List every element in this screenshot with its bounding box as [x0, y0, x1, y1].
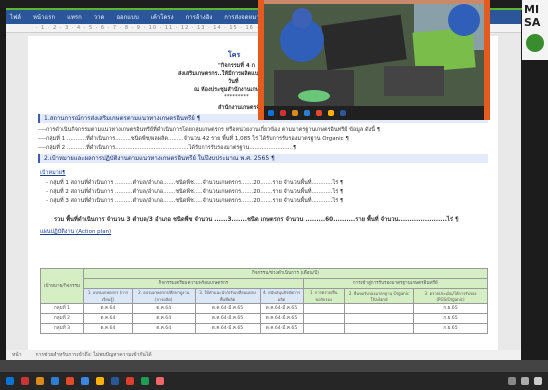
table-row: กลุ่มที่ 2 ต.ค.64 ต.ค.64 ต.ค.64-มี.ค.65 ต.ค.…: [40, 313, 488, 324]
table-row-label: กลุ่มที่ 2: [40, 313, 84, 324]
table-cell: ต.ค.64-มี.ค.65: [259, 303, 304, 314]
bottom-gray-bar: [0, 360, 548, 372]
table-row-label: กลุ่มที่ 3: [40, 323, 84, 334]
app-icon[interactable]: [340, 110, 346, 116]
ribbon-tab[interactable]: วาด: [94, 12, 105, 22]
word-taskbar-icon[interactable]: [111, 377, 119, 385]
tray-icon[interactable]: [521, 377, 529, 385]
summary-line: รวม พื้นที่ดำเนินการ จำนวน 3 ตำบล/3 อำเภ…: [54, 217, 459, 223]
status-accessibility: การช่วยสำหรับการเข้าถึง: ไม่พบปัญหาความเ…: [35, 352, 152, 358]
action-plan-table: เป้าหมาย/กิจกรรม กิจกรรม/ช่วงดำเนินการ (…: [40, 268, 489, 334]
table-cell: ก.ย.65: [413, 313, 488, 324]
logo-panel: MI SA: [522, 0, 548, 60]
table-cell: ต.ค.64-มี.ค.65: [259, 323, 304, 334]
table-cell: ต.ค.64: [131, 303, 196, 314]
app-icon[interactable]: [36, 377, 44, 385]
table-cell: ต.ค.64-มี.ค.65: [194, 303, 261, 314]
table-cell: ต.ค.64: [131, 313, 196, 324]
logo-text-line2: SA: [524, 16, 541, 29]
app-icon[interactable]: [66, 377, 74, 385]
table-cell: ต.ค.64: [83, 303, 133, 314]
app-icon[interactable]: [304, 110, 310, 116]
table-cell: [302, 303, 345, 314]
app-icon[interactable]: [141, 377, 149, 385]
video-feed[interactable]: [264, 0, 484, 106]
sec1-line1: ----การดำเนินกิจกรรมตามแนวทางเกษตรอินทรี…: [38, 127, 381, 133]
tray-icon[interactable]: [534, 377, 542, 385]
app-icon[interactable]: [316, 110, 322, 116]
group3-line: - กลุ่มที่ 3 สถานที่ดำเนินการ ..........…: [46, 198, 344, 204]
table-column-header: 2. ยื่นขอรับรองมาตรฐาน Organic Thailand: [343, 288, 415, 304]
ribbon-tab[interactable]: ไฟล์: [10, 12, 21, 22]
table-column-header: 4. สนับสนุนปัจจัยการผลิต: [259, 288, 304, 304]
overlay-taskbar: [264, 106, 484, 120]
target-label: เป้าหมาย¶: [40, 170, 66, 176]
table-cell: ต.ค.64: [83, 323, 133, 334]
logo-icon: [526, 34, 544, 52]
doc-stars: *********: [224, 94, 249, 100]
ribbon-tab[interactable]: เค้าโครง: [151, 12, 174, 22]
action-plan-link[interactable]: แผนปฏิบัติงาน (Action plan): [40, 228, 111, 236]
app-icon[interactable]: [280, 110, 286, 116]
ribbon-tab[interactable]: แทรก: [67, 12, 82, 22]
video-overlay-window: [258, 0, 490, 120]
system-tray: [508, 377, 548, 385]
table-cell: ต.ค.64: [83, 313, 133, 324]
start-icon[interactable]: [268, 110, 274, 116]
table-column-header: 1. อบรมเกษตรกร (การเรียนรู้): [83, 288, 133, 304]
app-icon[interactable]: [21, 377, 29, 385]
logo-text-line1: MI: [524, 3, 540, 16]
table-cell: ต.ค.64-มี.ค.65: [194, 313, 261, 324]
video-scene: [264, 0, 484, 106]
table-cell: ต.ค.64-มี.ค.65: [259, 313, 304, 324]
table-row-label-header: เป้าหมาย/กิจกรรม: [40, 268, 84, 304]
right-dark-panel: [521, 10, 548, 360]
table-cell: ก.ย.65: [413, 323, 488, 334]
status-page: หน้า: [12, 352, 22, 358]
app-icon[interactable]: [292, 110, 298, 116]
ribbon-tab[interactable]: การอ้างอิง: [186, 12, 213, 22]
table-cell: [302, 313, 345, 324]
ribbon-tab[interactable]: หน้าแรก: [33, 12, 55, 22]
tray-icon[interactable]: [508, 377, 516, 385]
status-bar: หน้า การช่วยสำหรับการเข้าถึง: ไม่พบปัญหา…: [6, 350, 521, 360]
table-cell: [343, 313, 415, 324]
table-column-header: 3. ให้คำแนะนำ/ปรับเปลี่ยนแปลงพื้นที่ผลิต: [194, 288, 261, 304]
app-icon[interactable]: [126, 377, 134, 385]
start-icon[interactable]: [6, 377, 14, 385]
table-cell: [343, 323, 415, 334]
taskbar: [0, 372, 548, 390]
table-column-header: 2. อบรมเกษตรกร/ศึกษาดูงาน (การผลิต): [131, 288, 196, 304]
sec1-line2: ----กลุ่มที่ 1 ...........ที่ดำเนินการ..…: [38, 136, 349, 142]
table-column-header: 1. การตรวจ/ยื่นขอรับรอง: [302, 288, 345, 304]
doc-title-line4: วันที่: [228, 79, 239, 85]
table-cell: [302, 323, 345, 334]
table-header-main: กิจกรรม/ช่วงดำเนินการ (เดือน/ปี): [83, 268, 488, 279]
table-cell: [343, 303, 415, 314]
table-cell: ก.ย.65: [413, 303, 488, 314]
table-row: กลุ่มที่ 3 ต.ค.64 ต.ค.64 ต.ค.64-มี.ค.65 ต.ค.…: [40, 323, 488, 334]
table-cell: ต.ค.64: [131, 323, 196, 334]
doc-title-line2: "กิจกรรมที่ 4 ก: [218, 63, 255, 69]
table-header-prep: กิจกรรมเตรียมความพร้อมเกษตรกร: [83, 278, 304, 289]
app-icon[interactable]: [328, 110, 334, 116]
section2-heading: 2.เป้าหมายและผลการปฏิบัติงานตามแนวทางเกษ…: [38, 154, 488, 163]
ribbon-tab[interactable]: ออกแบบ: [116, 12, 138, 22]
table-header-cert: การเข้าสู่การรับรองมาตรฐานเกษตรอินทรีย์: [302, 278, 489, 289]
table-row-label: กลุ่มที่ 1: [40, 303, 84, 314]
table-row: กลุ่มที่ 1 ต.ค.64 ต.ค.64 ต.ค.64-มี.ค.65 ต.ค.…: [40, 303, 488, 314]
table-cell: ต.ค.64-มี.ค.65: [194, 323, 261, 334]
app-icon[interactable]: [96, 377, 104, 385]
app-icon[interactable]: [51, 377, 59, 385]
group2-line: - กลุ่มที่ 2 สถานที่ดำเนินการ ..........…: [46, 189, 344, 195]
group1-line: - กลุ่มที่ 1 สถานที่ดำเนินการ ..........…: [46, 180, 344, 186]
app-icon[interactable]: [81, 377, 89, 385]
sec1-line3: ----กลุ่มที่ 2 ...........ที่ดำเนินการ..…: [38, 145, 297, 151]
table-column-header: 3. ตรวจประเมิน/ให้การรับรอง (PGS/Organic…: [413, 288, 488, 304]
app-icon[interactable]: [156, 377, 164, 385]
doc-title-partial: โคร: [228, 51, 241, 59]
